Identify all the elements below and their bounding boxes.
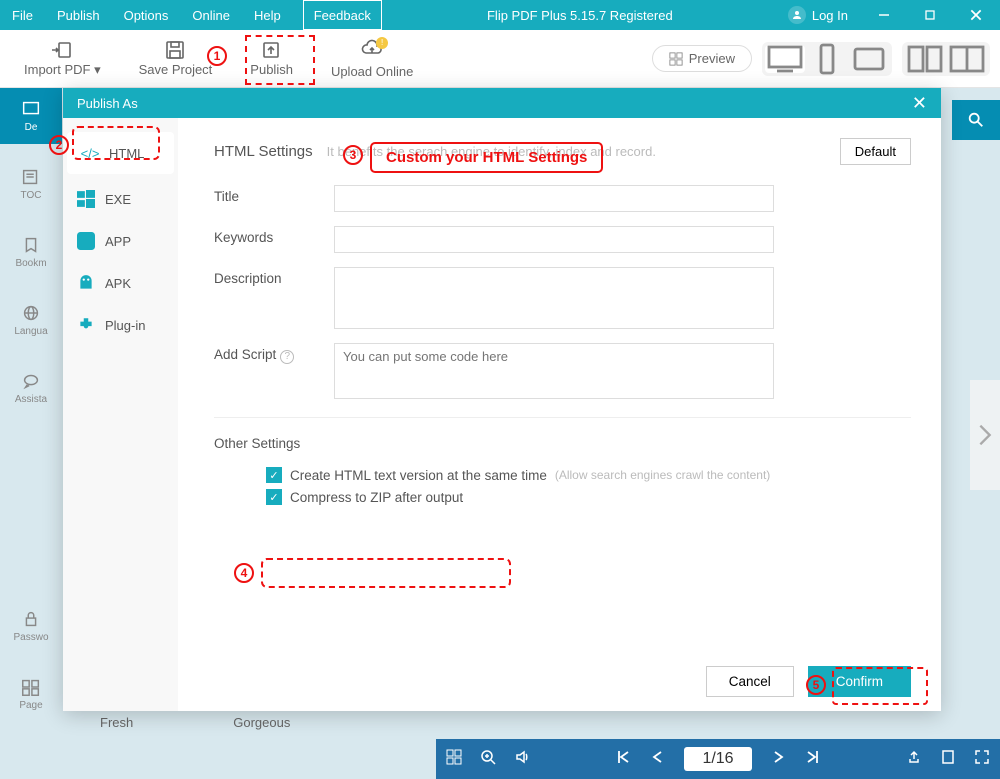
- last-page-icon[interactable]: [804, 749, 820, 770]
- page-indicator[interactable]: 1/16: [684, 747, 751, 771]
- next-page-icon[interactable]: [770, 749, 786, 770]
- sidebar-page[interactable]: Page: [19, 666, 42, 722]
- side-plugin[interactable]: Plug-in: [63, 304, 178, 346]
- device-desktop[interactable]: [765, 45, 805, 73]
- maximize-button[interactable]: [910, 0, 950, 30]
- sidebar-password[interactable]: Passwo: [13, 598, 48, 654]
- sidebar-bookmark[interactable]: Bookm: [15, 224, 46, 280]
- sidebar-toc[interactable]: TOC: [20, 156, 42, 212]
- device-tablet-p[interactable]: [807, 45, 847, 73]
- html-icon: </>: [81, 144, 99, 162]
- side-html[interactable]: </>HTML: [67, 132, 174, 174]
- annotation-callout: Custom your HTML Settings: [370, 142, 603, 173]
- annotation-3: 3: [343, 145, 363, 165]
- dialog-title: Publish As: [77, 96, 138, 111]
- description-input[interactable]: [334, 267, 774, 329]
- avatar-icon: [788, 6, 806, 24]
- dialog-close-icon[interactable]: ✕: [912, 94, 927, 112]
- bookmark-icon[interactable]: [940, 749, 956, 770]
- device-toggle: [762, 42, 892, 76]
- sound-icon[interactable]: [514, 749, 530, 770]
- html-settings-heading: HTML Settings: [214, 143, 313, 160]
- checkbox-checked-icon: ✓: [266, 467, 282, 483]
- menu-publish[interactable]: Publish: [45, 0, 112, 30]
- cancel-button[interactable]: Cancel: [706, 666, 794, 697]
- import-pdf-button[interactable]: Import PDF ▾: [10, 36, 115, 82]
- default-button[interactable]: Default: [840, 138, 911, 165]
- view-toggle: [902, 42, 990, 76]
- device-tablet-l[interactable]: [849, 45, 889, 73]
- zoom-icon[interactable]: [480, 749, 496, 770]
- android-icon: [77, 274, 95, 292]
- windows-icon: [77, 190, 95, 208]
- template-fresh[interactable]: Fresh: [100, 715, 133, 730]
- menu-help[interactable]: Help: [242, 0, 293, 30]
- close-button[interactable]: [956, 0, 996, 30]
- view-spread[interactable]: [905, 45, 945, 73]
- minimize-button[interactable]: [864, 0, 904, 30]
- sidebar-language[interactable]: Langua: [14, 292, 47, 348]
- fullscreen-icon[interactable]: [974, 749, 990, 770]
- thumbnails-icon[interactable]: [446, 749, 462, 770]
- first-page-icon[interactable]: [616, 749, 632, 770]
- annotation-1: 1: [207, 46, 227, 66]
- login-button[interactable]: Log In: [778, 6, 858, 24]
- menu-options[interactable]: Options: [112, 0, 181, 30]
- title-input[interactable]: [334, 185, 774, 212]
- share-icon[interactable]: [906, 749, 922, 770]
- publish-button[interactable]: Publish: [236, 36, 307, 81]
- side-exe[interactable]: EXE: [63, 178, 178, 220]
- app-icon: [77, 232, 95, 250]
- sidebar-assistant[interactable]: Assista: [15, 360, 47, 416]
- help-icon[interactable]: ?: [280, 350, 294, 364]
- menu-online[interactable]: Online: [180, 0, 242, 30]
- keywords-input[interactable]: [334, 226, 774, 253]
- side-app[interactable]: APP: [63, 220, 178, 262]
- annotation-5: 5: [806, 675, 826, 695]
- cloud-upload-icon: [360, 39, 384, 62]
- other-settings-heading: Other Settings: [214, 436, 911, 451]
- upload-online-button[interactable]: Upload Online: [317, 35, 427, 83]
- side-apk[interactable]: APK: [63, 262, 178, 304]
- search-button[interactable]: [952, 100, 1000, 140]
- prev-page-icon[interactable]: [650, 749, 666, 770]
- checkbox-checked-icon: ✓: [266, 489, 282, 505]
- app-title: Flip PDF Plus 5.15.7 Registered: [382, 8, 778, 23]
- plugin-icon: [77, 316, 95, 334]
- view-single[interactable]: [947, 45, 987, 73]
- next-page-arrow[interactable]: [970, 380, 1000, 490]
- annotation-4: 4: [234, 563, 254, 583]
- check-zip[interactable]: ✓Compress to ZIP after output: [266, 489, 911, 505]
- addscript-input[interactable]: [334, 343, 774, 399]
- annotation-2: 2: [49, 135, 69, 155]
- feedback-button[interactable]: Feedback: [303, 0, 382, 30]
- menu-file[interactable]: File: [0, 0, 45, 30]
- preview-button[interactable]: Preview: [652, 45, 752, 72]
- check-html-text[interactable]: ✓Create HTML text version at the same ti…: [266, 467, 911, 483]
- template-gorgeous[interactable]: Gorgeous: [233, 715, 290, 730]
